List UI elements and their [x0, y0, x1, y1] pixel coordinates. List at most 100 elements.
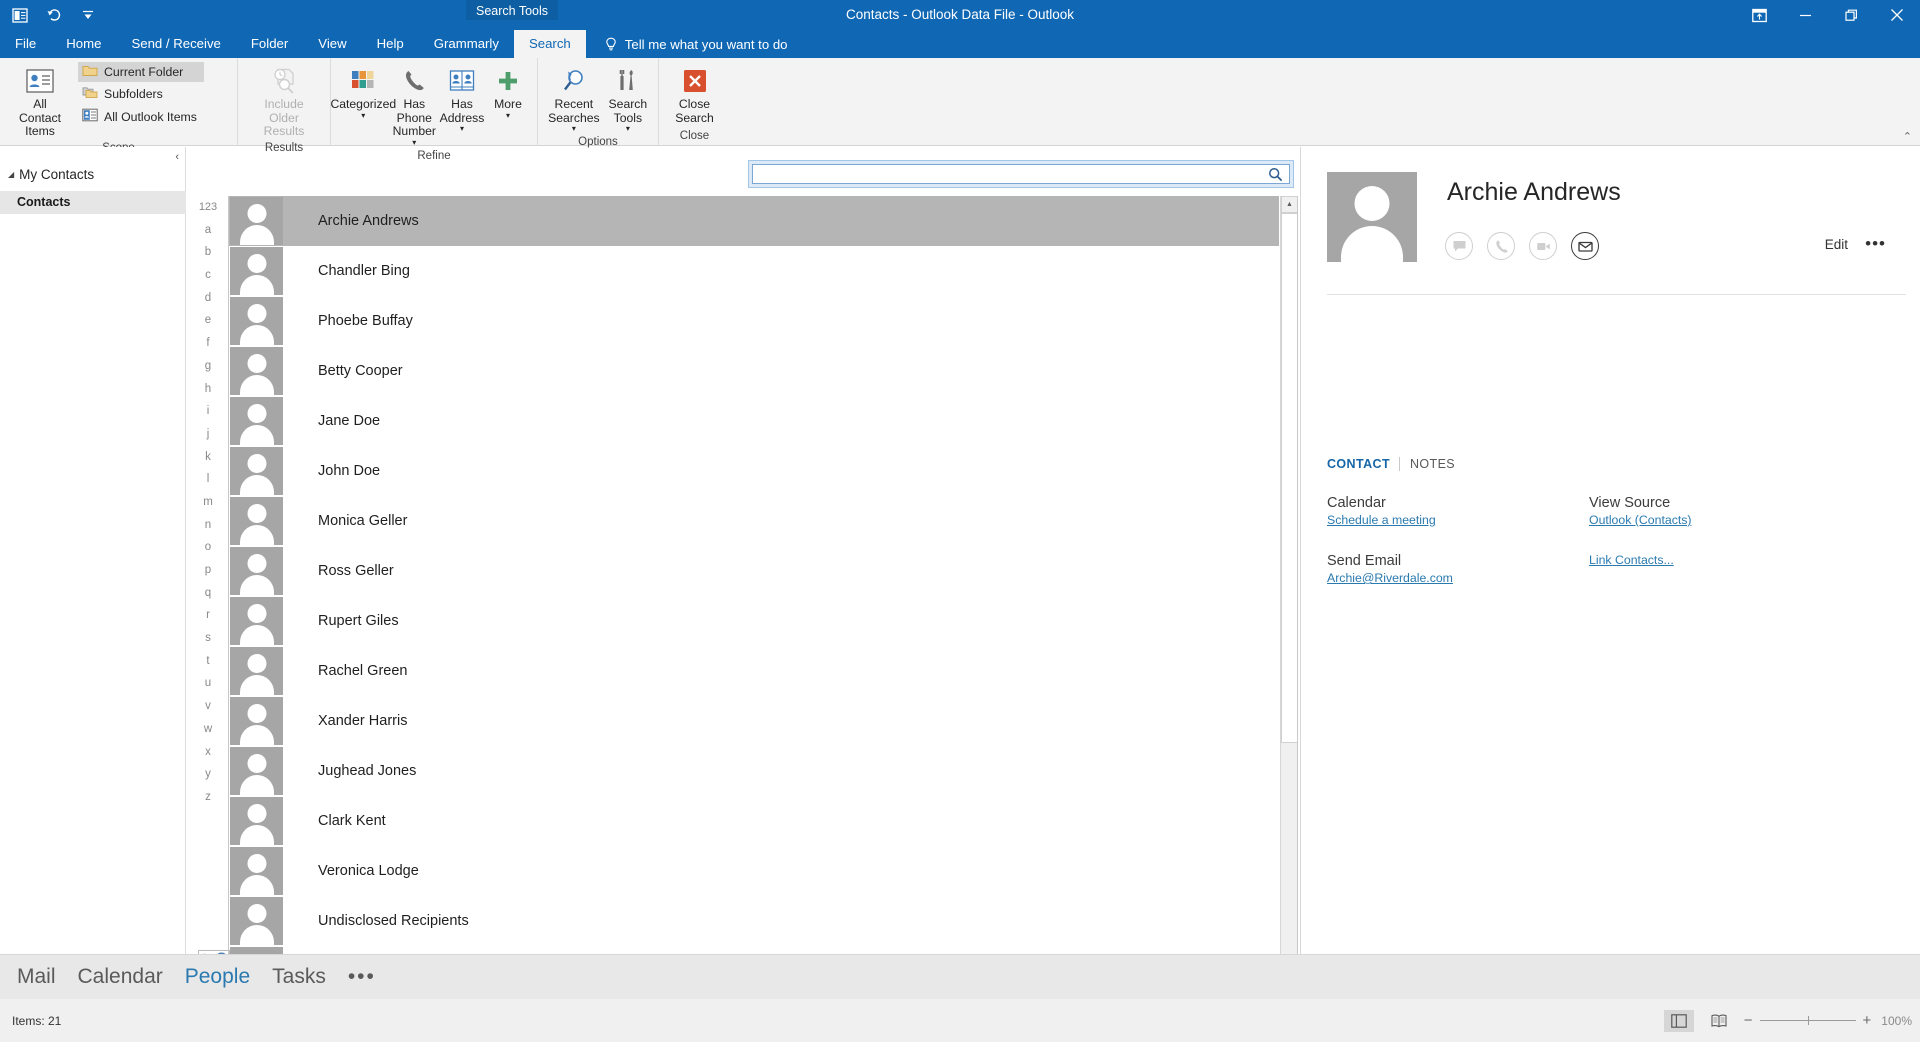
search-tools-button[interactable]: Search Tools ▾ [604, 62, 652, 135]
alpha-index-x[interactable]: x [205, 741, 211, 764]
chevron-down-icon[interactable]: ▾ [572, 125, 576, 133]
alpha-index-p[interactable]: p [205, 559, 211, 582]
alpha-index-o[interactable]: o [205, 536, 211, 559]
table-row[interactable]: Clark Kent [229, 796, 1279, 846]
alpha-index-m[interactable]: m [203, 491, 213, 514]
tab-home[interactable]: Home [51, 30, 116, 58]
tab-folder[interactable]: Folder [236, 30, 303, 58]
alpha-index-n[interactable]: n [205, 514, 211, 537]
nav-overflow-icon[interactable]: ••• [348, 965, 376, 989]
scope-subfolders[interactable]: Subfolders [78, 84, 204, 104]
table-row[interactable]: Rachel Green [229, 646, 1279, 696]
chat-icon[interactable] [1445, 232, 1473, 260]
contact-list-scrollbar[interactable]: ▲ ▼ [1280, 196, 1297, 971]
all-contact-items-button[interactable]: All Contact Items [6, 62, 74, 141]
table-row[interactable]: Betty Cooper [229, 346, 1279, 396]
scroll-up-icon[interactable]: ▲ [1281, 196, 1297, 213]
normal-view-icon[interactable] [1663, 1009, 1694, 1032]
edit-button[interactable]: Edit [1825, 237, 1848, 252]
scope-current-folder[interactable]: Current Folder [78, 62, 204, 82]
categorized-button[interactable]: Categorized ▾ [330, 62, 396, 122]
close-search-button[interactable]: Close Search [668, 62, 721, 127]
tab-search[interactable]: Search [513, 30, 586, 58]
alpha-index-h[interactable]: h [205, 378, 211, 401]
zoom-out-button[interactable]: − [1744, 1012, 1753, 1029]
alpha-index-g[interactable]: g [205, 355, 211, 378]
tab-file[interactable]: File [0, 30, 51, 58]
has-phone-number-button[interactable]: Has Phone Number ▾ [390, 62, 439, 149]
alpha-index-d[interactable]: d [205, 287, 211, 310]
alpha-index-s[interactable]: s [205, 627, 211, 650]
alpha-index-v[interactable]: v [205, 695, 211, 718]
zoom-in-button[interactable]: + [1863, 1012, 1872, 1029]
alpha-index-t[interactable]: t [206, 650, 209, 673]
scrollbar-thumb[interactable] [1281, 213, 1297, 743]
tab-view[interactable]: View [303, 30, 361, 58]
call-icon[interactable] [1487, 232, 1515, 260]
table-row[interactable]: Jughead Jones [229, 746, 1279, 796]
alpha-index-c[interactable]: c [205, 264, 211, 287]
search-magnifier-icon[interactable] [1268, 167, 1283, 182]
search-input[interactable] [761, 166, 1268, 182]
chevron-down-icon[interactable]: ▾ [506, 111, 510, 120]
alpha-index-b[interactable]: b [205, 241, 211, 264]
include-older-results-button[interactable]: Include Older Results [244, 62, 324, 141]
alpha-index-e[interactable]: e [205, 309, 211, 332]
alpha-index-r[interactable]: r [206, 604, 210, 627]
chevron-down-icon[interactable]: ▾ [626, 125, 630, 133]
link-contacts-link[interactable]: Link Contacts... [1589, 553, 1889, 567]
table-row[interactable]: Ross Geller [229, 546, 1279, 596]
tab-contact[interactable]: CONTACT [1327, 457, 1399, 471]
search-box[interactable] [752, 164, 1290, 184]
alpha-index-123[interactable]: 123 [199, 196, 217, 219]
chevron-down-icon[interactable]: ▾ [460, 125, 464, 133]
tab-help[interactable]: Help [362, 30, 419, 58]
table-row[interactable]: Chandler Bing [229, 246, 1279, 296]
video-icon[interactable] [1529, 232, 1557, 260]
email-address-link[interactable]: Archie@Riverdale.com [1327, 571, 1587, 585]
table-row[interactable]: Phoebe Buffay [229, 296, 1279, 346]
customize-qat-icon[interactable] [78, 5, 98, 25]
more-button[interactable]: More ▾ [485, 62, 531, 122]
table-row[interactable]: Archie Andrews [229, 196, 1279, 246]
zoom-percent-label[interactable]: 100% [1878, 1014, 1912, 1028]
alpha-index-a[interactable]: a [205, 219, 211, 242]
ribbon-display-options-icon[interactable] [1736, 0, 1782, 30]
close-button[interactable] [1874, 0, 1920, 30]
table-row[interactable]: Jane Doe [229, 396, 1279, 446]
tell-me-box[interactable]: Tell me what you want to do [586, 30, 788, 58]
nav-mail[interactable]: Mail [17, 965, 56, 989]
table-row[interactable]: Undisclosed Recipients [229, 896, 1279, 946]
minimize-button[interactable] [1782, 0, 1828, 30]
alpha-index-w[interactable]: w [204, 718, 212, 741]
schedule-meeting-link[interactable]: Schedule a meeting [1327, 513, 1587, 527]
nav-tasks[interactable]: Tasks [272, 965, 326, 989]
nav-folder-contacts[interactable]: Contacts [0, 191, 186, 214]
alpha-index-f[interactable]: f [206, 332, 209, 355]
email-icon[interactable] [1571, 232, 1599, 260]
table-row[interactable]: Xander Harris [229, 696, 1279, 746]
tab-notes[interactable]: NOTES [1398, 457, 1464, 471]
outlook-icon[interactable] [10, 5, 30, 25]
collapse-ribbon-icon[interactable]: ⌃ [1903, 130, 1912, 143]
table-row[interactable]: Monica Geller [229, 496, 1279, 546]
nav-people[interactable]: People [185, 965, 250, 989]
table-row[interactable]: Rupert Giles [229, 596, 1279, 646]
restore-button[interactable] [1828, 0, 1874, 30]
alpha-index-u[interactable]: u [205, 672, 211, 695]
scope-all-outlook-items[interactable]: All Outlook Items [78, 106, 204, 127]
chevron-down-icon[interactable]: ▾ [361, 111, 365, 120]
undo-icon[interactable] [44, 5, 64, 25]
reading-view-icon[interactable] [1704, 1010, 1734, 1032]
zoom-slider[interactable] [1759, 1016, 1856, 1025]
has-address-button[interactable]: Has Address ▾ [439, 62, 485, 135]
view-source-link[interactable]: Outlook (Contacts) [1589, 513, 1889, 527]
collapse-nav-pane-icon[interactable]: ‹ [175, 151, 179, 163]
alpha-index-k[interactable]: k [205, 446, 211, 469]
tab-grammarly[interactable]: Grammarly [419, 30, 514, 58]
alpha-index-z[interactable]: z [205, 786, 211, 809]
nav-group-my-contacts[interactable]: ◢ My Contacts [8, 167, 94, 182]
alpha-index-l[interactable]: l [207, 468, 210, 491]
nav-calendar[interactable]: Calendar [78, 965, 163, 989]
alpha-index-i[interactable]: i [207, 400, 210, 423]
